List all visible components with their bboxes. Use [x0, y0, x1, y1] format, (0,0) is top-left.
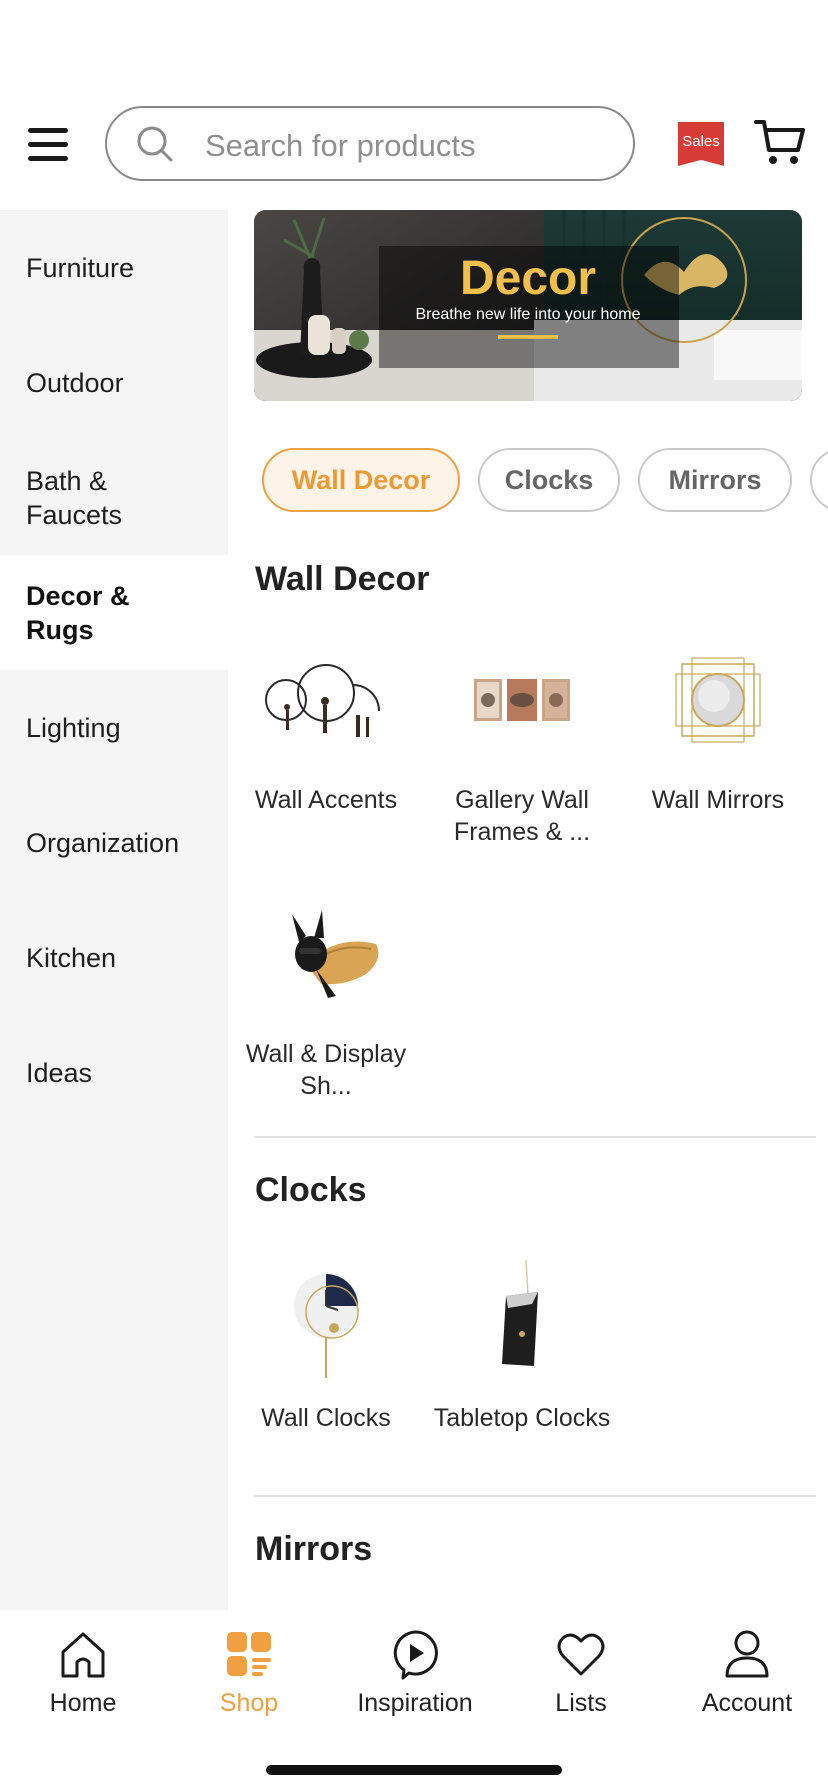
sidebar-item-label: Organization — [26, 827, 180, 858]
sidebar-item-label: Bath & Faucets — [26, 465, 123, 530]
account-icon — [725, 1630, 769, 1678]
search-icon — [137, 126, 173, 162]
tile-label: Wall Mirrors — [651, 786, 785, 814]
subcategory-chips: Wall Decor Clocks Mirrors — [262, 448, 828, 514]
tile-label: Wall Clocks — [261, 1404, 391, 1432]
sidebar-item-outdoor[interactable]: Outdoor — [0, 325, 228, 440]
home-icon — [61, 1632, 105, 1678]
sidebar-item-label: Furniture — [26, 252, 135, 283]
tabletop-clock-image — [502, 1259, 538, 1366]
sidebar-item-decor-rugs[interactable]: Decor & Rugs — [0, 555, 228, 670]
nav-shop[interactable]: Shop — [166, 1612, 332, 1718]
banner-image: Decor Breathe new life into your home — [254, 210, 802, 401]
nav-inspiration[interactable]: Inspiration — [332, 1612, 498, 1718]
category-tile-gallery-frames[interactable]: Gallery Wall Frames & ... — [424, 636, 620, 848]
chip-label: Clocks — [504, 464, 594, 495]
menu-bar — [28, 128, 68, 133]
chip-label: Wall Decor — [291, 464, 431, 495]
heart-icon — [557, 1633, 605, 1676]
section-title-clocks: Clocks — [255, 1171, 367, 1209]
chip-more[interactable] — [810, 448, 828, 512]
gallery-frames-image — [474, 679, 570, 721]
tile-label: Wall & Display Sh... — [245, 1040, 407, 1100]
chip-mirrors[interactable]: Mirrors — [638, 448, 792, 512]
wall-accents-image — [265, 664, 380, 737]
banner-title: Decor — [460, 252, 596, 305]
nav-label: Home — [49, 1689, 117, 1717]
section-divider — [254, 1495, 816, 1497]
category-tile-wall-mirrors[interactable]: Wall Mirrors — [620, 636, 816, 816]
nav-home[interactable]: Home — [0, 1612, 166, 1718]
category-tile-wall-display-shelves[interactable]: Wall & Display Sh... — [228, 890, 424, 1102]
cart-icon[interactable] — [754, 118, 806, 168]
chip-wall-decor[interactable]: Wall Decor — [262, 448, 460, 512]
wall-mirror-image — [675, 657, 761, 743]
nav-lists[interactable]: Lists — [498, 1612, 664, 1718]
top-header: Search for products Sales — [0, 104, 828, 184]
chip-label: Mirrors — [668, 464, 762, 495]
sidebar-item-label: Lighting — [26, 712, 121, 743]
sidebar-item-ideas[interactable]: Ideas — [0, 1015, 228, 1130]
search-input[interactable]: Search for products — [205, 128, 476, 164]
sidebar-item-bath-faucets[interactable]: Bath & Faucets — [0, 440, 228, 555]
tile-label: Gallery Wall Frames & ... — [453, 786, 591, 846]
sidebar-item-lighting[interactable]: Lighting — [0, 670, 228, 785]
category-tile-wall-clocks[interactable]: Wall Clocks — [228, 1254, 424, 1434]
category-tile-tabletop-clocks[interactable]: Tabletop Clocks — [424, 1254, 620, 1434]
nav-label: Account — [701, 1689, 793, 1717]
section-divider — [254, 1136, 816, 1138]
nav-label: Lists — [555, 1689, 607, 1717]
sidebar-item-label: Kitchen — [26, 942, 117, 973]
category-tile-wall-accents[interactable]: Wall Accents — [228, 636, 424, 816]
sidebar-item-label: Decor & Rugs — [26, 580, 130, 645]
menu-bar — [28, 156, 68, 161]
inspiration-icon — [393, 1630, 438, 1680]
sidebar-item-label: Ideas — [26, 1057, 93, 1088]
sidebar-item-furniture[interactable]: Furniture — [0, 210, 228, 325]
nav-label: Inspiration — [357, 1689, 473, 1717]
sidebar-item-kitchen[interactable]: Kitchen — [0, 900, 228, 1015]
tile-label: Wall Accents — [254, 786, 398, 814]
tile-label: Tabletop Clocks — [433, 1404, 611, 1432]
sales-badge-label: Sales — [682, 133, 720, 150]
banner-subtitle: Breathe new life into your home — [415, 306, 640, 323]
category-sidebar: Furniture Outdoor Bath & Faucets Decor &… — [0, 210, 228, 1610]
shop-icon — [227, 1632, 271, 1676]
decor-banner[interactable]: Decor Breathe new life into your home — [254, 210, 802, 401]
wall-shelf-image — [292, 910, 379, 998]
hamburger-menu-button[interactable] — [26, 124, 70, 164]
nav-account[interactable]: Account — [664, 1612, 828, 1718]
menu-bar — [28, 142, 68, 147]
sales-badge[interactable]: Sales — [678, 122, 724, 166]
home-indicator — [266, 1765, 562, 1775]
sidebar-item-label: Outdoor — [26, 367, 124, 398]
sidebar-item-organization[interactable]: Organization — [0, 785, 228, 900]
section-title-wall-decor: Wall Decor — [255, 560, 430, 598]
wall-clock-image — [294, 1274, 359, 1378]
nav-label: Shop — [219, 1689, 279, 1717]
chip-clocks[interactable]: Clocks — [478, 448, 620, 512]
section-title-mirrors: Mirrors — [255, 1530, 373, 1568]
search-bar[interactable]: Search for products — [105, 106, 635, 181]
